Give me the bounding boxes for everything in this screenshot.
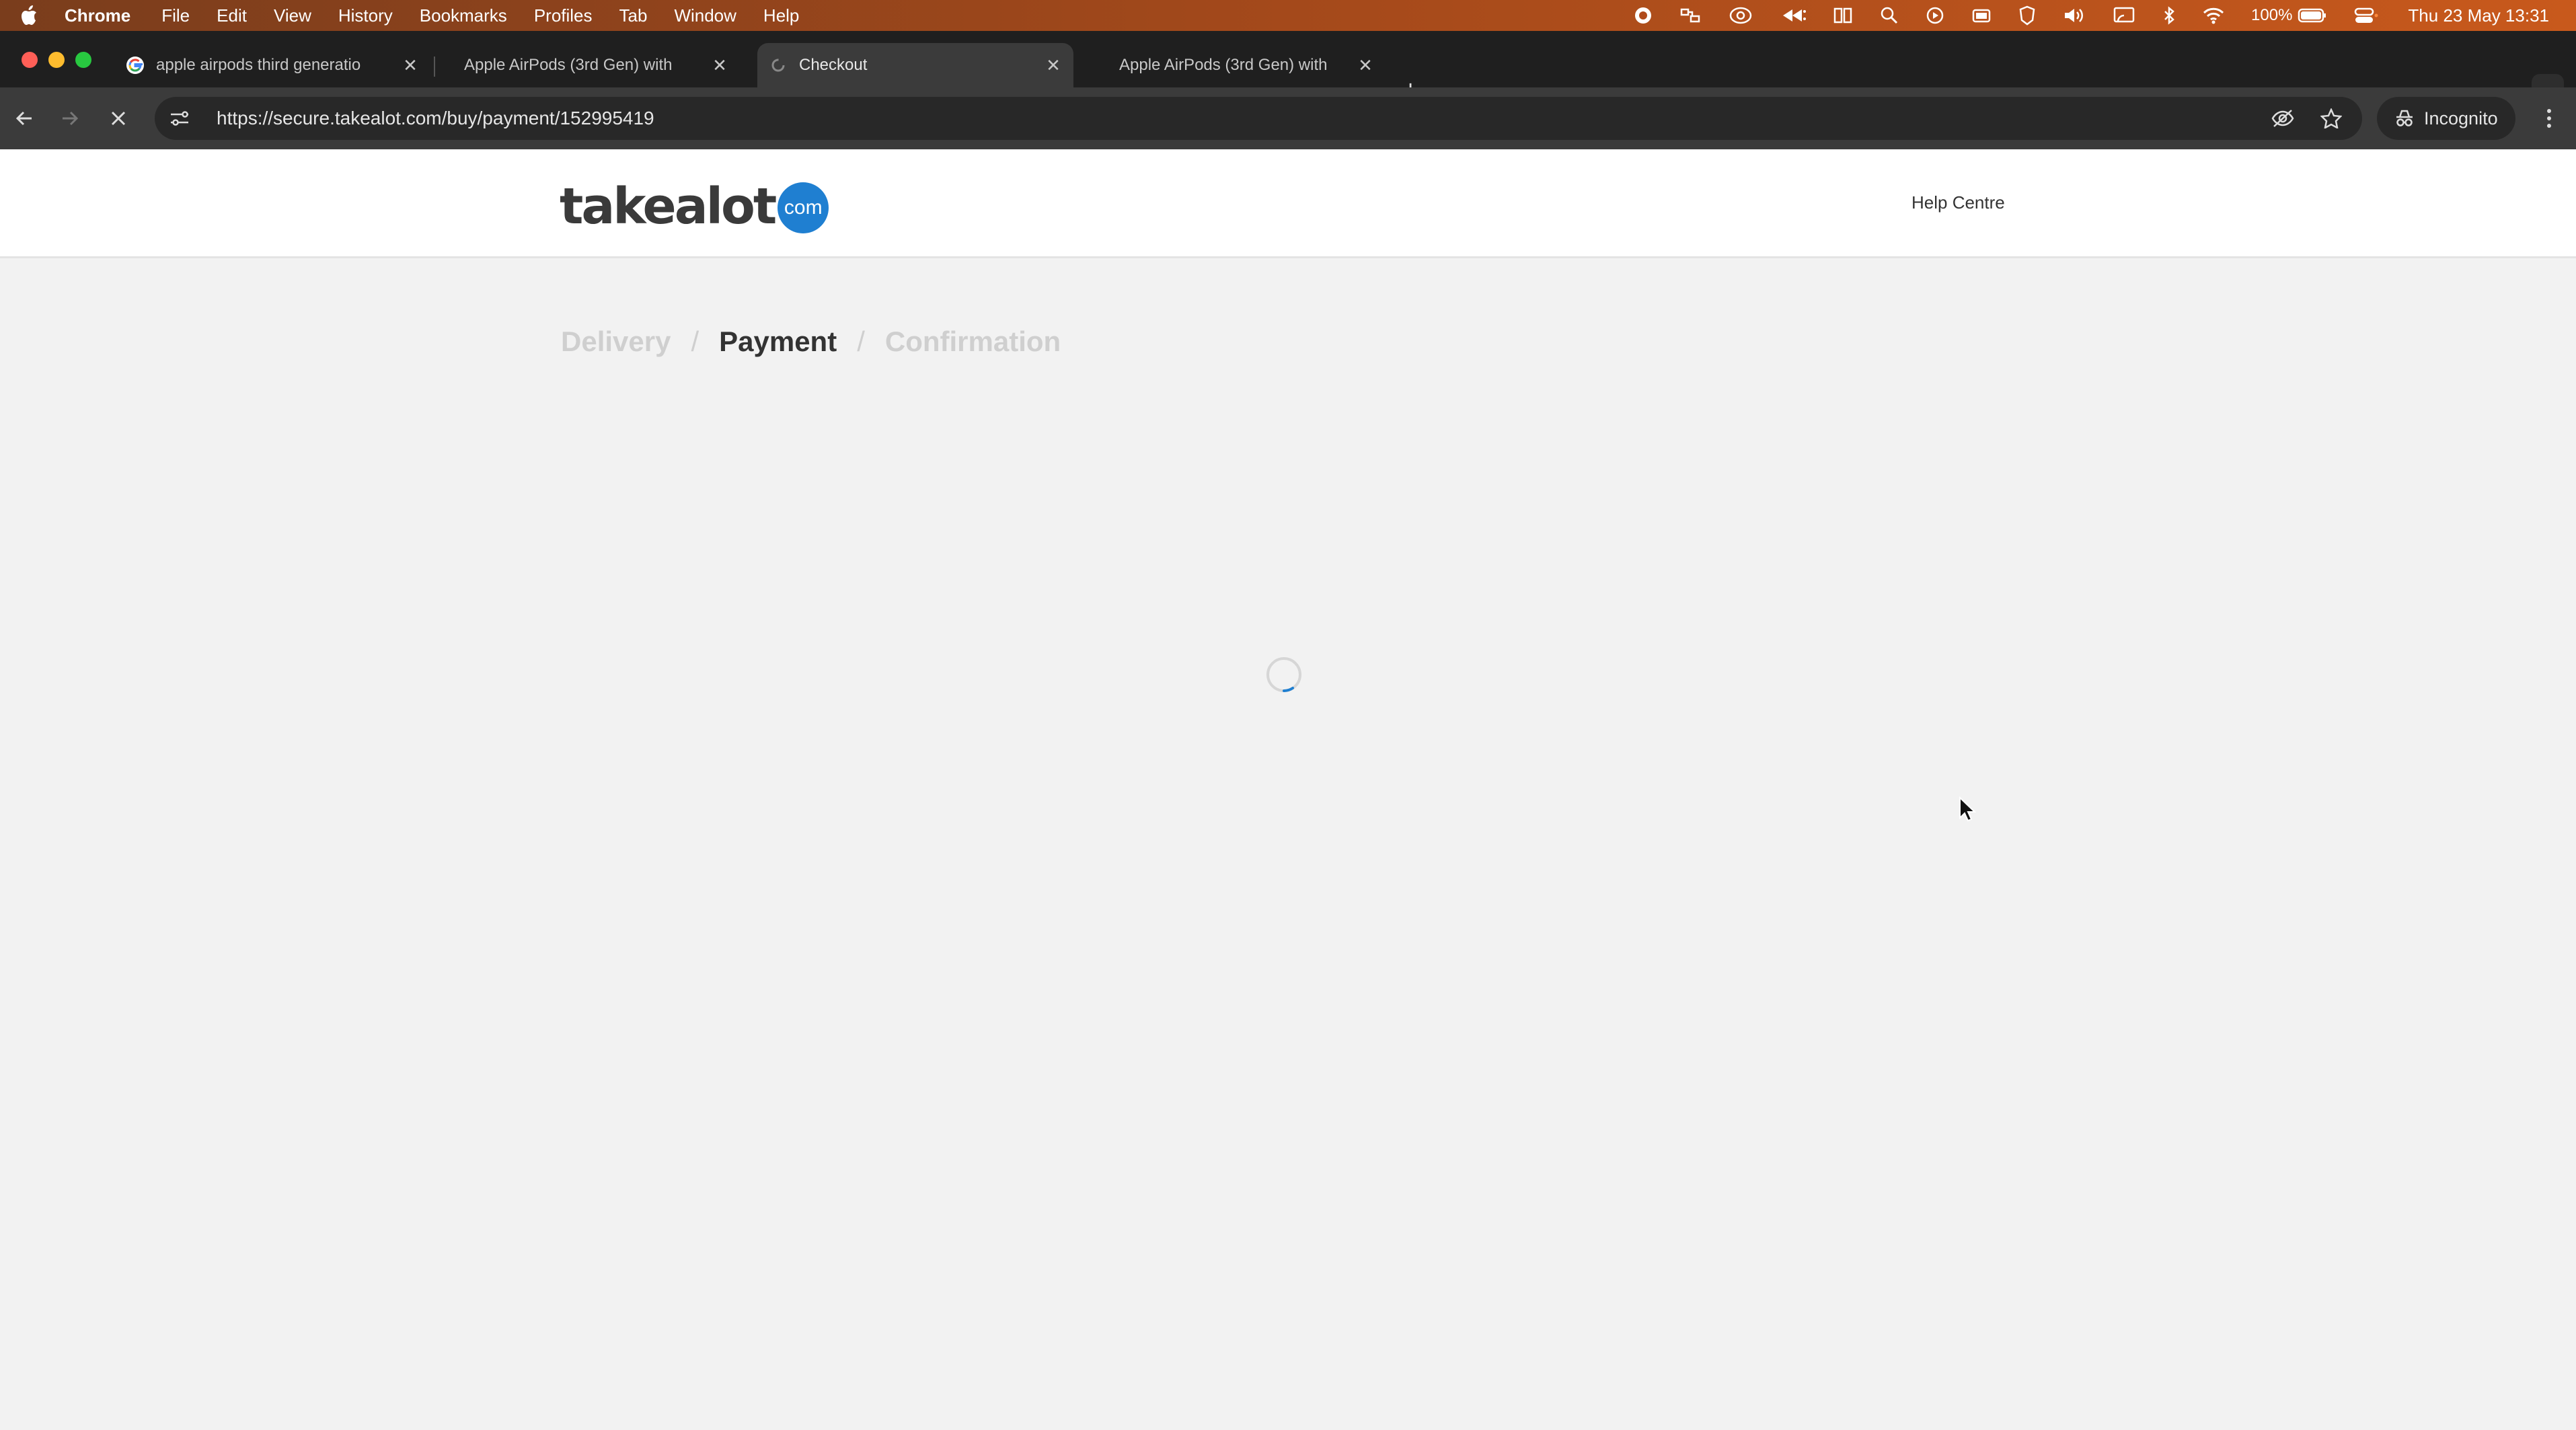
screen-mirror-icon[interactable] bbox=[2113, 6, 2135, 25]
screen-record-icon[interactable] bbox=[1634, 6, 1653, 25]
arrow-left-icon bbox=[15, 111, 32, 126]
tab-separator bbox=[434, 57, 435, 77]
step-separator: / bbox=[691, 326, 699, 357]
browser-tab[interactable]: Apple AirPods (3rd Gen) with ✕ bbox=[1090, 43, 1386, 87]
checkout-page: takealot com Help Centre Delivery / Paym… bbox=[0, 149, 2576, 1430]
battery-icon[interactable] bbox=[2298, 7, 2327, 24]
apple-logo-icon[interactable] bbox=[20, 5, 40, 26]
tracking-protection-eye-off-icon[interactable] bbox=[2271, 108, 2295, 128]
menu-tab[interactable]: Tab bbox=[619, 5, 648, 26]
extension-status-icon[interactable] bbox=[1679, 6, 1702, 25]
brave-icon[interactable] bbox=[2018, 5, 2036, 26]
browser-tab[interactable]: apple airpods third generatio ✕ bbox=[114, 43, 430, 87]
menu-file[interactable]: File bbox=[161, 5, 190, 26]
browser-tab[interactable]: Apple AirPods (3rd Gen) with ✕ bbox=[444, 43, 740, 87]
reader-icon[interactable] bbox=[1833, 6, 1853, 25]
play-icon[interactable] bbox=[1926, 6, 1944, 25]
maximize-window-button[interactable] bbox=[75, 52, 91, 68]
menubar-clock[interactable]: Thu 23 May 13:31 bbox=[2408, 5, 2549, 26]
window-controls bbox=[22, 52, 102, 68]
menu-profiles[interactable]: Profiles bbox=[534, 5, 593, 26]
close-window-button[interactable] bbox=[22, 52, 38, 68]
close-icon bbox=[111, 111, 126, 126]
help-centre-link[interactable]: Help Centre bbox=[1911, 192, 2005, 213]
step-confirmation: Confirmation bbox=[884, 326, 1061, 357]
menu-view[interactable]: View bbox=[274, 5, 311, 26]
url-text[interactable]: https://secure.takealot.com/buy/payment/… bbox=[217, 108, 2245, 129]
wifi-icon[interactable] bbox=[2203, 6, 2224, 25]
menu-chrome[interactable]: Chrome bbox=[65, 5, 130, 26]
minimize-window-button[interactable] bbox=[48, 52, 65, 68]
rewind-icon[interactable] bbox=[1779, 6, 1807, 25]
menu-window[interactable]: Window bbox=[674, 5, 736, 26]
volume-icon[interactable] bbox=[2063, 6, 2086, 25]
stop-loading-button[interactable] bbox=[102, 102, 135, 135]
browser-tab-active[interactable]: Checkout ✕ bbox=[757, 43, 1073, 87]
incognito-icon bbox=[2394, 109, 2415, 128]
tab-strip: apple airpods third generatio ✕ Apple Ai… bbox=[0, 31, 2576, 106]
step-payment: Payment bbox=[719, 326, 837, 357]
loading-icon bbox=[768, 55, 788, 75]
browser-toolbar: https://secure.takealot.com/buy/payment/… bbox=[0, 87, 2576, 149]
close-tab-icon[interactable]: ✕ bbox=[706, 55, 733, 76]
incognito-indicator[interactable]: Incognito bbox=[2377, 97, 2515, 140]
step-separator: / bbox=[857, 326, 865, 357]
bookmark-star-icon[interactable] bbox=[2320, 108, 2342, 128]
loading-spinner-icon bbox=[1264, 655, 1303, 694]
menu-edit[interactable]: Edit bbox=[217, 5, 247, 26]
logo-com-badge: com bbox=[778, 182, 829, 233]
tab-title: Checkout bbox=[799, 56, 868, 74]
close-tab-icon[interactable]: ✕ bbox=[397, 55, 424, 76]
spotlight-search-icon[interactable] bbox=[1880, 6, 1899, 25]
tab-title: Apple AirPods (3rd Gen) with bbox=[1119, 56, 1328, 74]
mouse-pointer-icon bbox=[1959, 796, 1977, 825]
window-icon[interactable] bbox=[1971, 6, 1992, 25]
creative-cloud-icon[interactable] bbox=[1729, 6, 1752, 25]
macos-menubar: Chrome File Edit View History Bookmarks … bbox=[0, 0, 2576, 31]
checkout-steps: Delivery / Payment / Confirmation bbox=[561, 326, 1061, 358]
site-settings-icon[interactable] bbox=[169, 110, 196, 127]
forward-button[interactable] bbox=[54, 102, 86, 135]
site-header: takealot com Help Centre bbox=[0, 149, 2576, 258]
menu-history[interactable]: History bbox=[338, 5, 393, 26]
menu-help[interactable]: Help bbox=[763, 5, 799, 26]
google-icon bbox=[125, 55, 145, 75]
more-menu-icon[interactable] bbox=[2533, 102, 2565, 135]
bluetooth-icon[interactable] bbox=[2162, 6, 2176, 25]
arrow-right-icon bbox=[63, 111, 79, 126]
battery-percent: 100% bbox=[2251, 6, 2293, 24]
control-center-icon[interactable] bbox=[2354, 6, 2378, 25]
logo-wordmark: takealot bbox=[560, 178, 777, 235]
menu-bookmarks[interactable]: Bookmarks bbox=[420, 5, 507, 26]
step-delivery[interactable]: Delivery bbox=[561, 326, 671, 358]
tab-title: apple airpods third generatio bbox=[156, 56, 361, 74]
tab-title: Apple AirPods (3rd Gen) with bbox=[464, 56, 673, 74]
incognito-label: Incognito bbox=[2424, 108, 2498, 128]
back-button[interactable] bbox=[8, 102, 40, 135]
close-tab-icon[interactable]: ✕ bbox=[1352, 55, 1379, 76]
takealot-logo[interactable]: takealot com bbox=[560, 178, 829, 235]
close-tab-icon[interactable]: ✕ bbox=[1040, 55, 1067, 76]
address-bar[interactable]: https://secure.takealot.com/buy/payment/… bbox=[155, 97, 2362, 140]
